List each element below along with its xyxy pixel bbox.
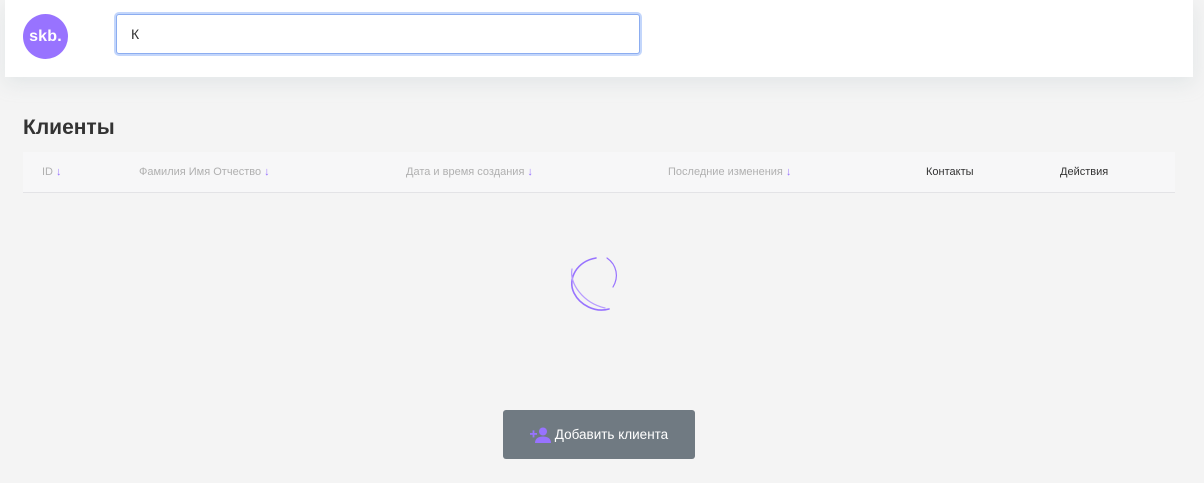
add-client-label: Добавить клиента bbox=[554, 427, 669, 442]
sort-arrow-icon: ↓ bbox=[785, 166, 792, 178]
column-header-full-name[interactable]: Фамилия Имя Отчество ↓ bbox=[139, 152, 270, 193]
sort-arrow-icon: ↓ bbox=[527, 166, 533, 178]
loading-spinner-icon bbox=[571, 257, 617, 311]
add-client-button[interactable]: Добавить клиента bbox=[503, 410, 695, 459]
column-header-contacts: Контакты bbox=[926, 166, 974, 178]
sort-arrow-icon: ↓ bbox=[56, 166, 62, 178]
column-header-updated[interactable]: Последние изменения ↓ bbox=[668, 152, 791, 193]
add-user-icon bbox=[529, 427, 551, 443]
sort-arrow-icon: ↓ bbox=[264, 166, 270, 178]
logo: skb. bbox=[23, 14, 68, 59]
app-header: skb. bbox=[5, 0, 1193, 77]
search-input[interactable] bbox=[116, 14, 640, 54]
column-header-created[interactable]: Дата и время создания ↓ bbox=[406, 152, 533, 193]
page-title: Клиенты bbox=[23, 116, 115, 139]
table-header: ID ↓ Фамилия Имя Отчество ↓ Дата и время с… bbox=[23, 152, 1175, 193]
column-header-actions: Действия bbox=[1060, 166, 1109, 178]
column-header-id[interactable]: ID ↓ bbox=[42, 152, 62, 193]
